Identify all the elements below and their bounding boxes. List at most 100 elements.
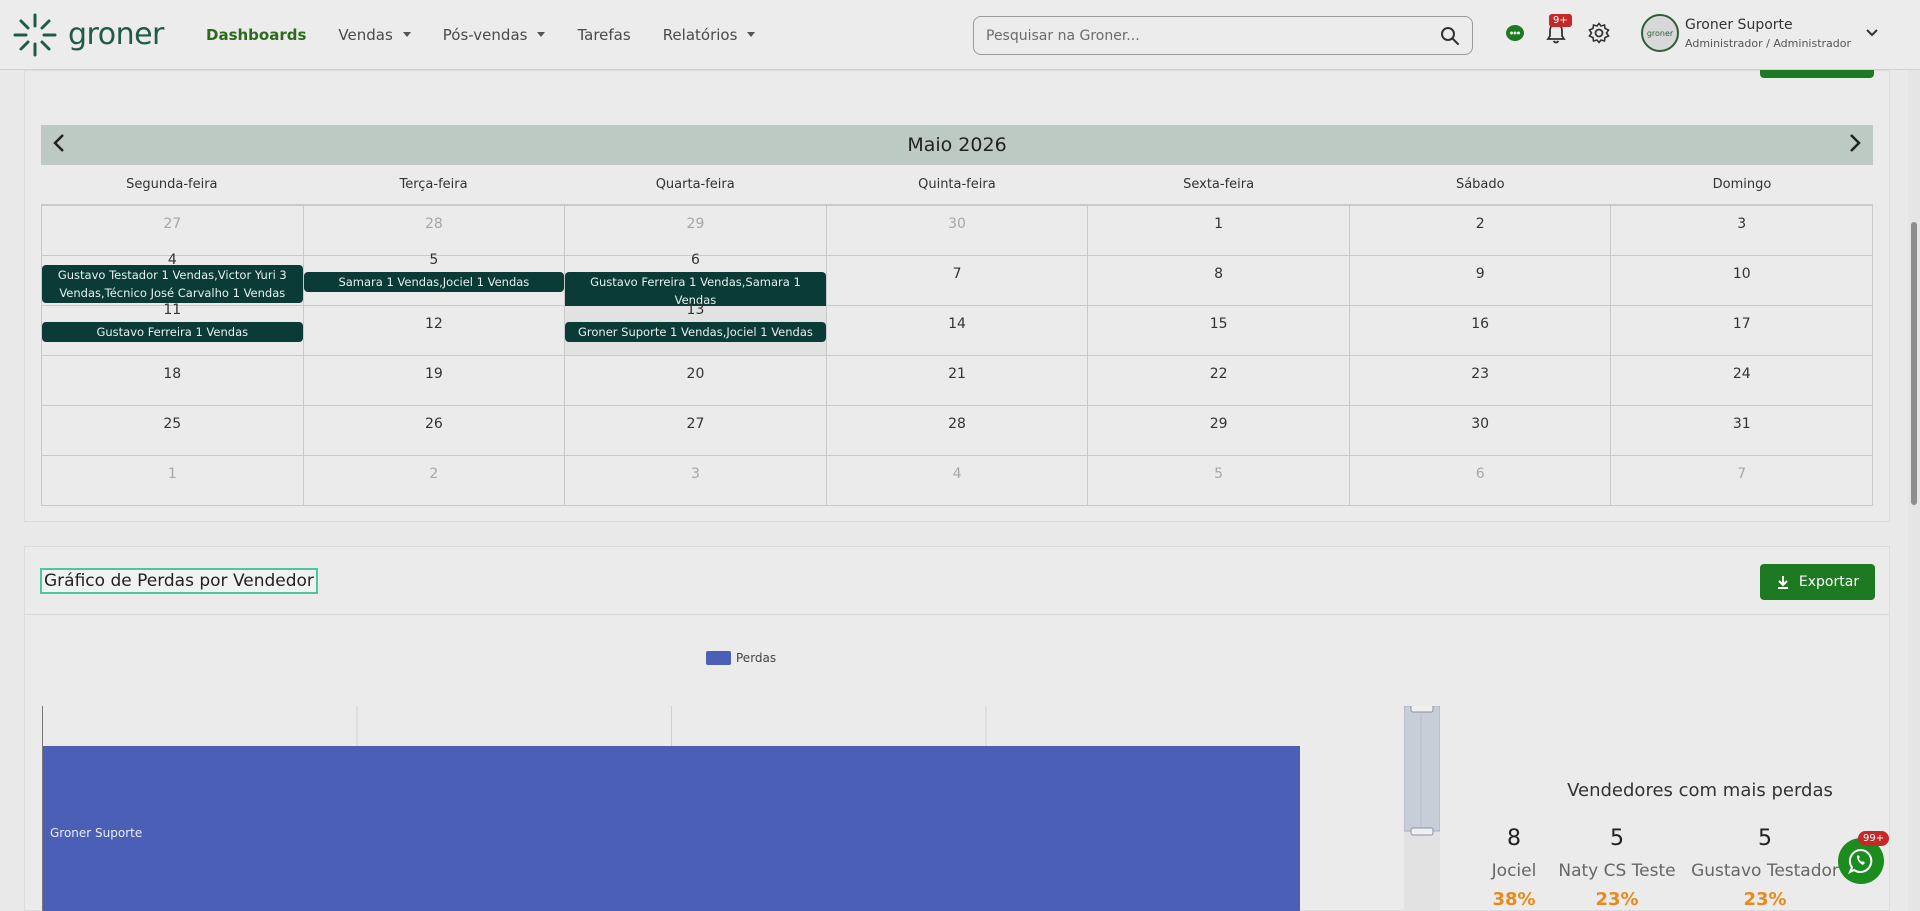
calendar-day-cell[interactable]: 5 Samara 1 Vendas,Jociel 1 Vendas (303, 252, 566, 306)
weekday-label: Segunda-feira (41, 165, 303, 205)
losses-chart-title: Gráfico de Perdas por Vendedor (40, 568, 318, 594)
chevron-down-icon[interactable] (1865, 28, 1879, 38)
scrollbar-thumb[interactable] (1911, 222, 1917, 505)
calendar-event[interactable]: Gustavo Ferreira 1 Vendas (42, 322, 303, 342)
calendar-day-cell[interactable]: 24 (1611, 356, 1874, 406)
calendar-week-row: 27 28 29 30 1 2 3 (42, 206, 1874, 256)
day-number: 6 (690, 252, 700, 268)
calendar-week-row: 25 26 27 28 29 30 31 (42, 406, 1874, 456)
day-number: 28 (948, 416, 966, 432)
calendar-day-cell[interactable]: 27 (42, 206, 304, 256)
calendar-day-cell[interactable]: 18 (42, 356, 304, 406)
day-number: 3 (690, 466, 700, 482)
prev-month-icon[interactable] (53, 133, 65, 159)
nav-pos-vendas[interactable]: Pós-vendas (443, 26, 546, 44)
calendar-day-cell[interactable]: 27 (565, 406, 827, 456)
calendar-day-cell[interactable]: 7 (1611, 456, 1874, 506)
search-icon[interactable] (1440, 26, 1460, 46)
calendar-day-cell[interactable]: 8 (1088, 256, 1350, 306)
calendar-day-cell[interactable]: 28 (826, 406, 1089, 456)
calendar-day-cell[interactable]: 16 (1349, 306, 1612, 356)
top-card-button[interactable] (1760, 70, 1874, 78)
ranking-name: Naty CS Teste (1558, 861, 1676, 881)
day-number: 26 (424, 416, 443, 432)
calendar-month-title: Maio 2026 (907, 134, 1007, 156)
calendar-day-cell[interactable]: 23 (1349, 356, 1612, 406)
whatsapp-badge: 99+ (1858, 831, 1890, 846)
gear-icon[interactable] (1588, 22, 1610, 44)
day-number: 18 (163, 366, 182, 382)
calendar-day-cell[interactable]: 7 (826, 256, 1089, 306)
day-number: 15 (1209, 316, 1228, 332)
nav-relatorios[interactable]: Relatórios (663, 26, 756, 44)
user-menu[interactable]: groner Groner Suporte Administrador / Ad… (1641, 14, 1879, 52)
calendar-day-cell[interactable]: 21 (826, 356, 1089, 406)
calendar-day-cell[interactable]: 4 Gustavo Testador 1 Vendas,Victor Yuri 3… (42, 252, 304, 306)
calendar-event[interactable]: Groner Suporte 1 Vendas,Jociel 1 Vendas (565, 322, 826, 342)
calendar-day-cell[interactable]: 19 (303, 356, 566, 406)
next-month-icon[interactable] (1849, 133, 1861, 159)
calendar-grid: 27 28 29 30 1 2 3 4 Gustavo Testador 1 Vendas,Vi… (41, 205, 1874, 506)
calendar-day-cell[interactable]: 22 (1088, 356, 1350, 406)
calendar-day-cell[interactable]: 29 (565, 206, 827, 256)
logo-text: groner (68, 17, 164, 52)
calendar-day-cell[interactable]: 14 (826, 306, 1089, 356)
day-number: 2 (429, 466, 439, 482)
calendar-day-cell[interactable]: 30 (826, 206, 1089, 256)
calendar-day-cell[interactable]: 25 (42, 406, 304, 456)
ranking-name: Gustavo Testador (1691, 861, 1839, 881)
calendar-event[interactable]: Gustavo Testador 1 Vendas,Victor Yuri 3 … (42, 265, 303, 303)
sales-calendar: Maio 2026 Segunda-feira Terça-feira Quarta… (41, 125, 1874, 506)
calendar-day-cell[interactable]: 15 (1088, 306, 1350, 356)
calendar-day-cell[interactable]: 6 Gustavo Ferreira 1 Vendas,Samara 1 Vend… (565, 252, 827, 310)
losses-bar-chart: Groner Suporte (42, 706, 1300, 911)
calendar-week-row: 1 2 3 4 5 6 7 (42, 456, 1874, 506)
nav-vendas[interactable]: Vendas (338, 25, 411, 44)
calendar-day-cell[interactable]: 5 (1088, 456, 1350, 506)
calendar-day-cell[interactable]: 1 (1088, 206, 1350, 256)
calendar-day-cell[interactable]: 3 (1611, 206, 1874, 256)
bar-groner-suporte[interactable] (43, 746, 1300, 911)
export-button[interactable]: Exportar (1760, 564, 1875, 600)
calendar-day-cell[interactable]: 29 (1088, 406, 1350, 456)
calendar-day-cell[interactable]: 1 (42, 456, 304, 506)
calendar-day-cell[interactable]: 4 (826, 456, 1089, 506)
whatsapp-icon (1848, 848, 1873, 874)
calendar-event[interactable]: Samara 1 Vendas,Jociel 1 Vendas (303, 272, 565, 292)
nav-dashboards[interactable]: Dashboards (206, 26, 306, 44)
day-number: 14 (948, 316, 966, 332)
calendar-day-cell[interactable]: 13 Groner Suporte 1 Vendas,Jociel 1 Venda… (565, 302, 827, 356)
day-number: 13 (686, 302, 705, 318)
chart-legend[interactable]: Perdas (706, 651, 776, 665)
calendar-day-cell[interactable]: 3 (565, 456, 827, 506)
weekday-label: Quinta-feira (826, 165, 1088, 205)
search-input[interactable] (986, 27, 1426, 44)
groner-logo[interactable]: groner (12, 12, 182, 58)
calendar-day-cell[interactable]: 10 (1611, 256, 1874, 306)
calendar-day-cell[interactable]: 2 (303, 456, 566, 506)
calendar-day-cell[interactable]: 17 (1611, 306, 1874, 356)
nav-tarefas[interactable]: Tarefas (577, 26, 630, 44)
calendar-day-cell[interactable]: 6 (1349, 456, 1612, 506)
calendar-day-cell[interactable]: 12 (303, 306, 566, 356)
calendar-day-cell[interactable]: 2 (1349, 206, 1612, 256)
weekday-label: Terça-feira (302, 165, 565, 205)
ranking-title: Vendedores com mais perdas (1567, 780, 1833, 801)
page-scrollbar[interactable] (1908, 70, 1920, 911)
calendar-day-cell[interactable]: 30 (1349, 406, 1612, 456)
calendar-day-cell[interactable]: 20 (565, 356, 827, 406)
nav-label: Dashboards (206, 25, 307, 44)
calendar-day-cell[interactable]: 26 (303, 406, 566, 456)
calendar-day-cell[interactable]: 31 (1611, 406, 1874, 456)
chart-zoom-slider[interactable] (1404, 706, 1440, 911)
day-number: 8 (1214, 266, 1224, 282)
calendar-week-row: 4 Gustavo Testador 1 Vendas,Victor Yuri 3… (42, 252, 1874, 310)
nav-label: Relatórios (662, 25, 738, 44)
nav-label: Vendas (338, 25, 393, 44)
day-number: 17 (1732, 316, 1751, 332)
calendar-day-cell[interactable]: 11 Gustavo Ferreira 1 Vendas (42, 302, 304, 356)
day-number: 30 (1471, 416, 1490, 432)
chat-bubble-icon[interactable] (1504, 22, 1526, 44)
calendar-day-cell[interactable]: 28 (303, 206, 566, 256)
calendar-day-cell[interactable]: 9 (1349, 256, 1612, 306)
